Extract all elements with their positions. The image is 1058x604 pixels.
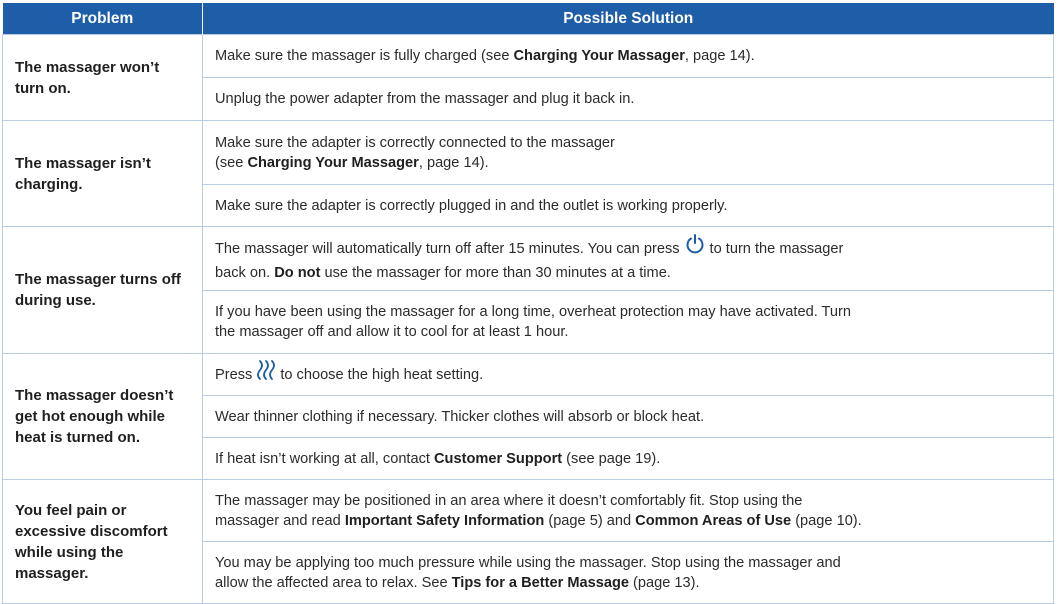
solution-text: Unplug the power adapter from the massag… xyxy=(215,91,635,107)
solution-cell: Make sure the adapter is correctly plugg… xyxy=(202,184,1054,227)
solution-text: , page 14). xyxy=(684,48,755,64)
solution-text: massager and read xyxy=(215,512,345,529)
problem-header: Problem xyxy=(2,3,203,35)
reference-link-text: Important Safety Information xyxy=(344,512,545,529)
solution-text: Press xyxy=(215,366,253,383)
solution-text: The massager will automatically turn off… xyxy=(215,240,680,257)
solution-cell: Make sure the adapter is correctly conne… xyxy=(202,120,1054,185)
solution-cell: Wear thinner clothing if necessary. Thic… xyxy=(202,395,1054,438)
solution-text: to choose the high heat setting. xyxy=(280,366,484,383)
table-row: The massager turns off during use. The m… xyxy=(2,226,1054,354)
solution-text: back on. xyxy=(215,264,275,281)
problem-cell: The massager doesn’t get hot enough whil… xyxy=(2,353,203,480)
problem-cell: You feel pain or excessive discomfort wh… xyxy=(2,479,203,604)
solution-text: (see xyxy=(215,154,248,171)
reference-link-text: Common Areas of Use xyxy=(635,512,792,529)
solution-text: Wear thinner clothing if necessary. Thic… xyxy=(215,408,705,425)
reference-link-text: Charging Your Massager xyxy=(247,154,419,171)
solution-text: allow the affected area to relax. See xyxy=(215,574,452,591)
header-row: Problem Possible Solution xyxy=(2,3,1054,35)
solution-text: If heat isn’t working at all, contact xyxy=(215,450,435,467)
table-row: The massager won’t turn on. Make sure th… xyxy=(2,34,1054,121)
solution-text: Make sure the adapter is correctly conne… xyxy=(215,134,615,151)
solution-text: (page 13). xyxy=(628,574,700,591)
solution-cell: The massager may be positioned in an are… xyxy=(202,479,1054,542)
table-row: The massager doesn’t get hot enough whil… xyxy=(2,353,1054,480)
solution-text: Make sure the massager is fully charged … xyxy=(215,48,514,64)
solution-cell: Make sure the massager is fully charged … xyxy=(202,34,1054,78)
problem-cell: The massager won’t turn on. xyxy=(2,34,203,121)
solution-text: (page 5) and xyxy=(544,512,636,529)
reference-link-text: Customer Support xyxy=(434,450,563,467)
solution-cell: You may be applying too much pressure wh… xyxy=(202,541,1054,604)
problem-cell: The massager turns off during use. xyxy=(2,226,203,354)
solution-text: You may be applying too much pressure wh… xyxy=(215,554,841,571)
solution-text: the massager off and allow it to cool fo… xyxy=(215,324,569,340)
solution-text: (page 10). xyxy=(791,512,862,529)
solution-cell: The massager will automatically turn off… xyxy=(202,226,1054,291)
table-row: You feel pain or excessive discomfort wh… xyxy=(2,479,1054,604)
solution-cell: Unplug the power adapter from the massag… xyxy=(202,77,1054,121)
table-row: The massager isn’t charging. Make sure t… xyxy=(2,120,1054,227)
solution-cell: If you have been using the massager for … xyxy=(202,290,1054,354)
solution-text: If you have been using the massager for … xyxy=(215,304,852,320)
solution-cell: If heat isn’t working at all, contact Cu… xyxy=(202,437,1054,480)
heat-icon xyxy=(257,359,276,387)
problem-cell: The massager isn’t charging. xyxy=(2,120,203,227)
power-icon xyxy=(685,233,705,261)
reference-link-text: Tips for a Better Massage xyxy=(451,574,629,591)
solution-header: Possible Solution xyxy=(202,3,1054,35)
solution-text: The massager may be positioned in an are… xyxy=(215,492,803,509)
solution-text: Make sure the adapter is correctly plugg… xyxy=(215,197,728,214)
warning-text: Do not xyxy=(274,264,321,281)
troubleshooting-table: Problem Possible Solution The massager w… xyxy=(2,3,1054,604)
reference-link-text: Charging Your Massager xyxy=(513,48,685,64)
solution-text: to turn the massager xyxy=(709,240,844,257)
solution-cell: Press to choose the high heat setting. xyxy=(202,353,1054,396)
solution-text: , page 14). xyxy=(418,154,489,171)
solution-text: use the massager for more than 30 minute… xyxy=(320,264,671,281)
solution-text: (see page 19). xyxy=(562,450,661,467)
